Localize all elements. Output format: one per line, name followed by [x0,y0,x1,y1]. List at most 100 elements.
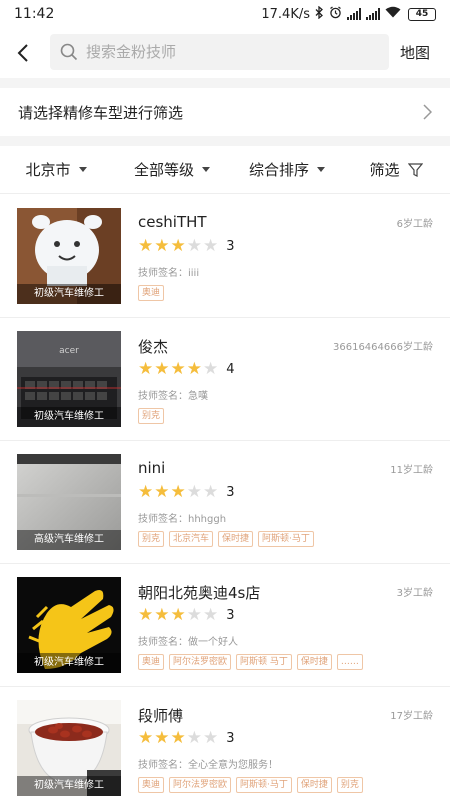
signal-icon-2 [366,8,380,20]
technician-item[interactable]: 初级汽车维修工 段师傅 17岁工龄 ★ ★ ★ ★ ★ 3 技师签名：全心全意为您服务！… [0,687,450,800]
experience-label: 6岁工龄 [396,219,433,230]
experience-label: 3岁工龄 [396,588,433,599]
filter-funnel-icon [407,162,423,177]
level-badge: 初级汽车维修工 [17,653,121,673]
experience-label: 36616464666岁工龄 [333,342,433,353]
star-icon: ★ [170,605,186,625]
level-badge: 初级汽车维修工 [17,407,121,427]
technician-name: ceshiTHT [138,213,207,231]
rating-value: 3 [226,484,235,500]
star-icon: ★ [138,482,154,502]
sort-label: 综合排序 [248,161,309,179]
technician-photo: 高级汽车维修工 [17,454,121,550]
chevron-right-icon [423,104,432,120]
star-icon: ★ [138,236,154,256]
brand-tag: 奥迪 [138,285,165,301]
brand-tag: 北京汽车 [169,531,214,547]
brand-tags: 别克 [138,408,165,424]
star-icon: ★ [138,728,154,748]
star-icon: ★ [186,236,202,256]
star-icon: ★ [170,236,186,256]
back-button[interactable] [0,28,46,78]
map-button[interactable]: 地图 [400,28,430,78]
technician-photo: 初级汽车维修工 [17,577,121,673]
signal-icon [347,8,361,20]
divider [0,78,450,88]
back-arrow-icon [17,44,28,62]
star-rating: ★ ★ ★ ★ ★ 3 [138,237,235,255]
technician-photo: 初级汽车维修工 [17,700,121,796]
brand-tag: 别克 [138,531,165,547]
caret-down-icon [202,167,210,172]
sort-dropdown[interactable]: 综合排序 [232,159,342,180]
search-icon [60,43,78,61]
star-rating: ★ ★ ★ ★ ★ 4 [138,360,235,378]
city-dropdown[interactable]: 北京市 [0,159,112,180]
star-icon: ★ [203,605,219,625]
level-badge: 高级汽车维修工 [17,530,121,550]
level-badge: 初级汽车维修工 [17,284,121,304]
technician-item[interactable]: acer 初级汽车维修工 俊杰 36616464666岁工龄 ★ ★ ★ ★ ★ 4 技… [0,318,450,441]
technician-name: nini [138,459,166,477]
brand-tag: 阿斯顿 马丁 [236,654,292,670]
brand-tag: 奥迪 [138,777,165,793]
rating-value: 3 [226,730,235,746]
technician-signature: 技师签名：hhhggh [138,514,227,525]
star-icon: ★ [203,359,219,379]
star-icon: ★ [154,728,170,748]
star-icon: ★ [170,482,186,502]
sort-bar: 北京市 全部等级 综合排序 筛选 [0,146,450,194]
experience-label: 17岁工龄 [390,711,433,722]
star-icon: ★ [154,482,170,502]
brand-tag: 阿尔法罗密欧 [169,654,232,670]
city-label: 北京市 [25,161,71,179]
brand-tag: 别克 [336,777,363,793]
level-label: 全部等级 [133,161,194,179]
brand-tags: 奥迪 阿尔法罗密欧 阿斯顿 马丁 保时捷…… [138,654,363,670]
bluetooth-icon [315,5,324,23]
brand-tags: 别克 北京汽车 保时捷 阿斯顿·马丁 [138,531,314,547]
status-indicators: 17.4K/s 45 [261,5,436,23]
level-dropdown[interactable]: 全部等级 [112,159,232,180]
star-rating: ★ ★ ★ ★ ★ 3 [138,606,235,624]
brand-tag: 别克 [138,408,165,424]
car-model-filter[interactable]: 请选择精修车型进行筛选 [0,88,450,136]
star-icon: ★ [203,728,219,748]
brand-tag: 奥迪 [138,654,165,670]
technician-photo: 初级汽车维修工 [17,208,121,304]
technician-photo: acer 初级汽车维修工 [17,331,121,427]
wifi-icon [385,6,401,22]
brand-tag: 保时捷 [296,654,332,670]
search-input[interactable] [86,43,366,61]
header: 地图 [0,28,450,78]
star-icon: ★ [170,359,186,379]
technician-item[interactable]: 高级汽车维修工 nini 11岁工龄 ★ ★ ★ ★ ★ 3 技师签名：hhhggh 别… [0,441,450,564]
brand-tag: 阿斯顿·马丁 [236,777,292,793]
brand-tag: 阿斯顿·马丁 [258,531,314,547]
filter-label: 筛选 [369,161,400,179]
star-icon: ★ [138,359,154,379]
star-rating: ★ ★ ★ ★ ★ 3 [138,729,235,747]
technician-item[interactable]: 初级汽车维修工 ceshiTHT 6岁工龄 ★ ★ ★ ★ ★ 3 技师签名：iiii … [0,195,450,318]
filter-button[interactable]: 筛选 [342,159,450,180]
brand-tag: 保时捷 [218,531,254,547]
brand-tags: 奥迪 [138,285,165,301]
star-icon: ★ [138,605,154,625]
alarm-icon [329,6,342,23]
search-box[interactable] [50,34,389,70]
car-model-filter-label: 请选择精修车型进行筛选 [18,103,184,122]
technician-name: 俊杰 [138,338,169,356]
technician-name: 朝阳北苑奥迪4s店 [138,584,261,602]
brand-tag: 阿尔法罗密欧 [169,777,232,793]
technician-signature: 技师签名：全心全意为您服务！ [138,760,278,771]
experience-label: 11岁工龄 [390,465,433,476]
caret-down-icon [78,167,87,172]
status-time: 11:42 [14,6,55,22]
star-icon: ★ [154,359,170,379]
caret-down-icon [317,167,325,172]
star-icon: ★ [186,728,202,748]
technician-signature: 技师签名：急嘆 [138,391,208,402]
star-icon: ★ [170,728,186,748]
star-icon: ★ [186,605,202,625]
technician-item[interactable]: 初级汽车维修工 朝阳北苑奥迪4s店 3岁工龄 ★ ★ ★ ★ ★ 3 技师签名：做一个好… [0,564,450,687]
